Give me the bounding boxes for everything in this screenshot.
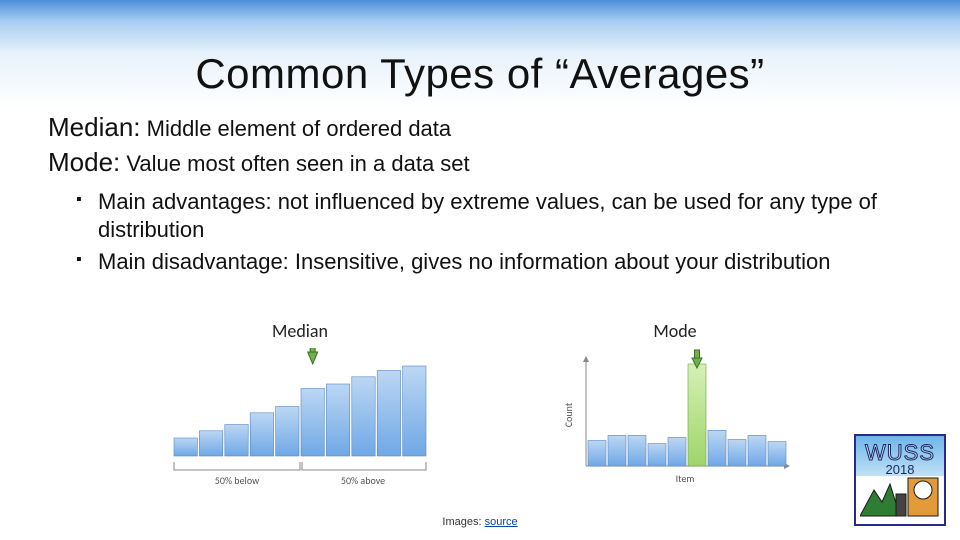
definition-mode: Mode: Value most often seen in a data se… (48, 147, 912, 178)
wuss-logo: WUSS 2018 (854, 434, 946, 526)
mode-term: Mode: (48, 147, 120, 177)
median-term: Median: (48, 112, 141, 142)
mode-chart-title: Mode (653, 320, 696, 342)
svg-text:50% above: 50% above (341, 474, 385, 487)
svg-text:50% below: 50% below (215, 474, 260, 487)
median-desc: Middle element of ordered data (147, 116, 452, 141)
slide: Common Types of “Averages” Median: Middl… (0, 0, 960, 540)
mode-desc: Value most often seen in a data set (126, 151, 469, 176)
logo-art-icon (860, 472, 944, 520)
median-chart-title: Median (272, 320, 328, 342)
svg-text:Item: Item (676, 472, 695, 485)
charts-row: Median 50% below 50% above Mode Count Item (0, 320, 960, 488)
median-chart-svg: 50% below 50% above (170, 348, 430, 488)
bullet-list: Main advantages: not influenced by extre… (76, 188, 912, 276)
slide-body: Median: Middle element of ordered data M… (48, 112, 912, 280)
mode-chart-svg: Count Item (560, 348, 790, 488)
svg-text:Count: Count (562, 402, 575, 427)
median-chart: Median 50% below 50% above (170, 320, 430, 488)
slide-title: Common Types of “Averages” (0, 50, 960, 98)
image-caption: Images: source (0, 516, 960, 528)
bullet-item: Main advantages: not influenced by extre… (76, 188, 912, 244)
caption-prefix: Images: (442, 516, 484, 528)
definition-median: Median: Middle element of ordered data (48, 112, 912, 143)
bullet-item: Main disadvantage: Insensitive, gives no… (76, 248, 912, 276)
source-link[interactable]: source (485, 516, 518, 528)
mode-chart: Mode Count Item (560, 320, 790, 488)
